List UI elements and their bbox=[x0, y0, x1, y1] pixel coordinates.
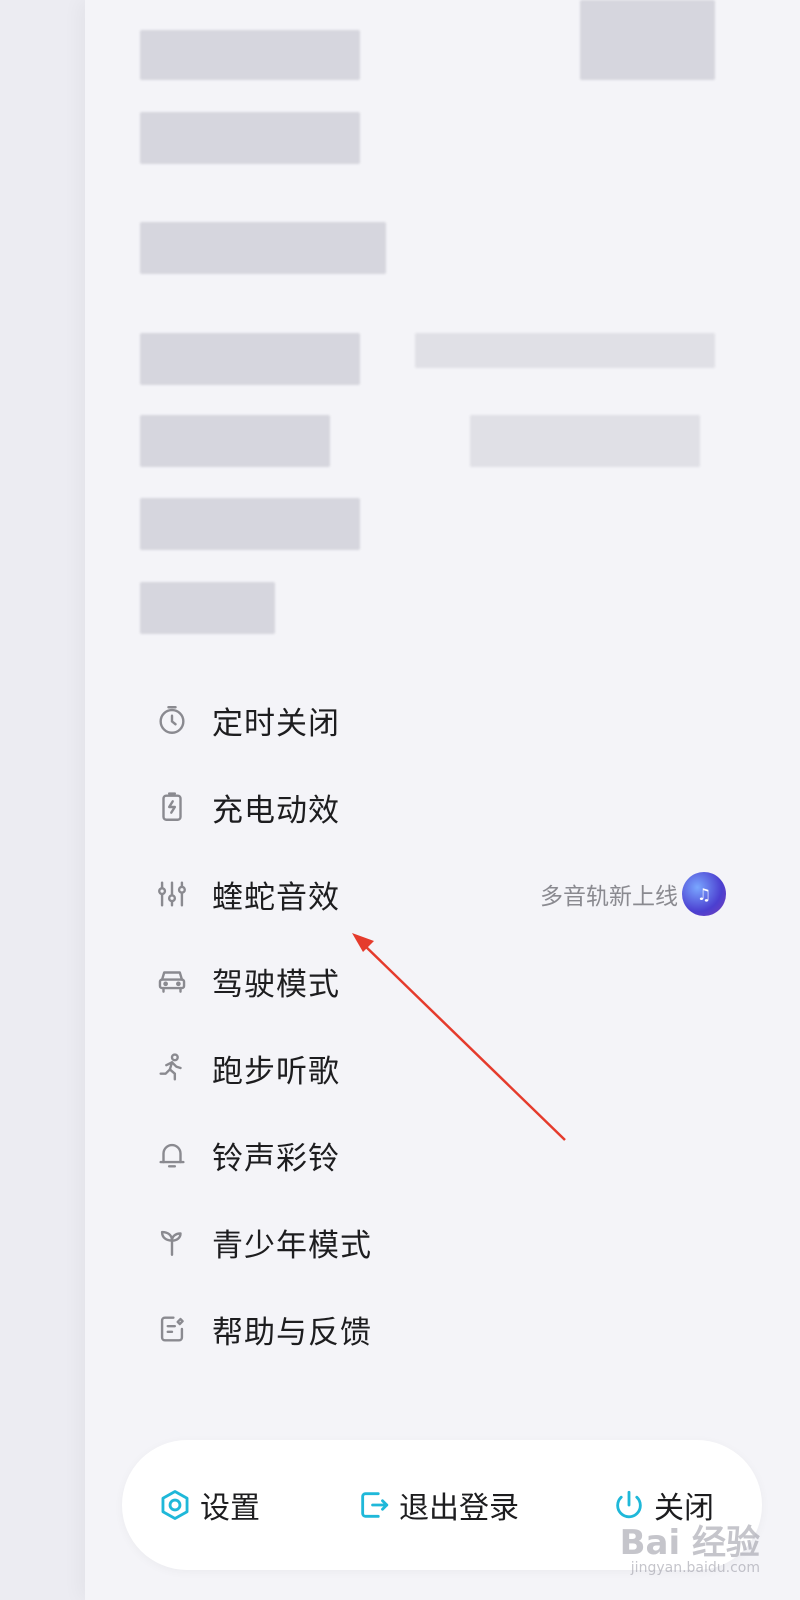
blurred-content bbox=[140, 112, 360, 164]
bell-icon bbox=[150, 1133, 194, 1177]
settings-label: 设置 bbox=[200, 1491, 260, 1526]
menu-item-label: 充电动效 bbox=[212, 792, 340, 829]
sprout-icon bbox=[150, 1220, 194, 1264]
settings-button[interactable]: 设置 bbox=[158, 1440, 260, 1570]
multitrack-badge-icon: ♫ bbox=[682, 872, 726, 916]
blurred-content bbox=[140, 222, 386, 274]
running-icon bbox=[150, 1046, 194, 1090]
blurred-content bbox=[140, 415, 330, 467]
app-screen: 定时关闭 充电动效 蝰蛇音效 多音轨新上线 ♫ 驾驶模式 跑步听歌 铃声彩铃 青… bbox=[0, 0, 800, 1600]
menu-item-running-music[interactable]: 跑步听歌 bbox=[150, 1038, 740, 1098]
menu-item-label: 驾驶模式 bbox=[212, 966, 340, 1003]
logout-icon bbox=[361, 1492, 389, 1518]
menu-item-charging-effect[interactable]: 充电动效 bbox=[150, 777, 740, 837]
blurred-content bbox=[140, 333, 360, 385]
baidu-jingyan-watermark: Bai 经验 bbox=[619, 1523, 760, 1563]
menu-item-label: 铃声彩铃 bbox=[212, 1140, 340, 1177]
blurred-content bbox=[140, 498, 360, 550]
settings-icon bbox=[161, 1490, 189, 1520]
blurred-content bbox=[140, 582, 275, 634]
menu-item-timer-off[interactable]: 定时关闭 bbox=[150, 690, 740, 750]
menu-item-teen-mode[interactable]: 青少年模式 bbox=[150, 1212, 740, 1272]
menu-item-label: 跑步听歌 bbox=[212, 1053, 340, 1090]
feedback-icon bbox=[150, 1307, 194, 1351]
blurred-content bbox=[140, 30, 360, 80]
menu-item-driving-mode[interactable]: 驾驶模式 bbox=[150, 951, 740, 1011]
menu-item-label: 定时关闭 bbox=[212, 705, 340, 742]
logout-label: 退出登录 bbox=[399, 1491, 519, 1526]
menu-item-help-feedback[interactable]: 帮助与反馈 bbox=[150, 1299, 740, 1359]
watermark-url: jingyan.baidu.com bbox=[630, 1560, 760, 1576]
menu-item-ringtone[interactable]: 铃声彩铃 bbox=[150, 1125, 740, 1185]
equalizer-icon bbox=[150, 872, 194, 916]
timer-icon bbox=[150, 698, 194, 742]
blurred-content bbox=[470, 415, 700, 467]
new-feature-text: 多音轨新上线 bbox=[540, 884, 678, 910]
charging-icon bbox=[150, 785, 194, 829]
menu-item-label: 帮助与反馈 bbox=[212, 1314, 372, 1351]
menu-item-label: 青少年模式 bbox=[212, 1227, 372, 1264]
menu-item-viper-sound[interactable]: 蝰蛇音效 多音轨新上线 ♫ bbox=[150, 864, 740, 924]
logout-button[interactable]: 退出登录 bbox=[357, 1440, 519, 1570]
blurred-content bbox=[415, 333, 715, 368]
car-icon bbox=[150, 959, 194, 1003]
blurred-content bbox=[580, 0, 715, 80]
menu-item-label: 蝰蛇音效 bbox=[212, 879, 340, 916]
